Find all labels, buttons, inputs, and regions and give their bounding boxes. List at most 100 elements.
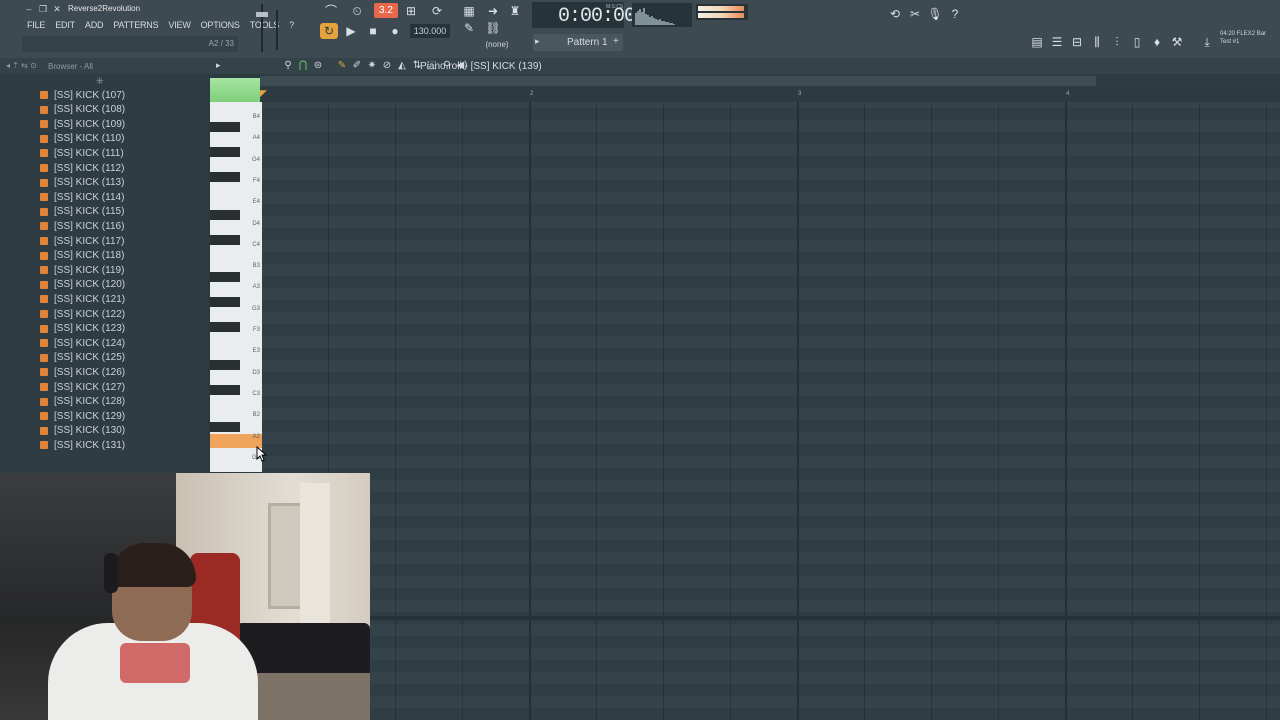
wait-for-input-icon[interactable]: ⏲ — [348, 3, 366, 19]
split-tool-icon[interactable]: ✷ — [366, 59, 378, 73]
black-key[interactable] — [210, 385, 240, 395]
browser-item[interactable]: [SS] KICK (127) — [40, 380, 125, 394]
timeline-ruler[interactable]: ◤ 2 3 4 — [260, 88, 1280, 103]
pencil-icon[interactable]: ✎ — [460, 20, 478, 36]
add-pattern-icon[interactable]: + — [613, 36, 619, 47]
song-pattern-toggle-icon[interactable]: ↻ — [320, 23, 338, 39]
mute-tool-icon[interactable]: ◭ — [396, 59, 408, 73]
magnet-icon[interactable]: ⚲ — [282, 59, 294, 73]
piano-keyboard[interactable]: B4 A4 G4 F4 E4 D4 C4 B3 A3 G3 F3 E3 D3 C3 B2 A2 G2 — [210, 102, 262, 472]
browser-item[interactable]: [SS] KICK (124) — [40, 336, 125, 350]
browser-item[interactable]: [SS] KICK (118) — [40, 249, 124, 263]
browser-item[interactable]: [SS] KICK (112) — [40, 161, 124, 175]
black-key[interactable] — [210, 422, 240, 432]
channel-rack-icon[interactable]: ☰ — [1048, 34, 1066, 50]
tools-icon[interactable]: ⚒ — [1168, 34, 1186, 50]
paint-tool-icon[interactable]: ✐ — [351, 59, 363, 73]
menu-help[interactable]: ? — [284, 18, 299, 32]
browser-item[interactable]: [SS] KICK (129) — [40, 409, 125, 423]
browser-item[interactable]: [SS] KICK (115) — [40, 205, 124, 219]
draw-tool-icon[interactable]: ✎ — [336, 59, 348, 73]
plugin-icon[interactable]: ♦ — [1148, 34, 1166, 50]
black-key[interactable] — [210, 172, 240, 182]
browser-item[interactable]: [SS] KICK (121) — [40, 292, 125, 306]
browser-item[interactable]: [SS] KICK (117) — [40, 234, 124, 248]
pattern-selector[interactable]: ▸ Pattern 1 + — [533, 34, 623, 51]
browser-item[interactable]: [SS] KICK (116) — [40, 219, 124, 233]
minimize-icon[interactable]: – — [24, 4, 34, 14]
time-display[interactable]: 0:00:00 M:S:CS — [532, 2, 636, 28]
browser-item[interactable]: [SS] KICK (113) — [40, 176, 124, 190]
playhead-marker-icon[interactable]: ◤ — [260, 88, 267, 99]
browser-item[interactable]: [SS] KICK (119) — [40, 263, 124, 277]
stop-icon[interactable]: ■ — [364, 23, 382, 39]
black-key[interactable] — [210, 147, 240, 157]
cut-icon[interactable]: ✂ — [906, 6, 924, 22]
browser-toggle-icon[interactable]: ▯ — [1128, 34, 1146, 50]
delete-tool-icon[interactable]: ⊘ — [381, 59, 393, 73]
browser-options-icon[interactable]: ◂ ⇡ ⇆ ⊙ — [6, 61, 37, 70]
browser-item[interactable]: [SS] KICK (128) — [40, 395, 125, 409]
pattern-position-marker[interactable] — [210, 78, 260, 102]
typing-keyboard-icon[interactable]: ▦ — [460, 3, 478, 19]
playlist-icon[interactable]: ▤ — [1028, 34, 1046, 50]
menu-edit[interactable]: EDIT — [50, 18, 80, 32]
browser-item[interactable]: [SS] KICK (130) — [40, 424, 125, 438]
browser-item[interactable]: [SS] KICK (111) — [40, 146, 124, 160]
browser-item[interactable]: [SS] KICK (120) — [40, 278, 125, 292]
channel-icon[interactable]: ⫶ — [1108, 34, 1126, 50]
horizontal-scrollbar[interactable] — [260, 74, 1280, 88]
menu-patterns[interactable]: PATTERNS — [108, 18, 163, 32]
browser-scroll-grip-icon[interactable]: ⁜ — [96, 76, 104, 87]
snap-icon[interactable]: ⋂ — [297, 59, 309, 73]
loop-record-icon[interactable]: ⟳ — [428, 3, 446, 19]
black-key[interactable] — [210, 122, 240, 132]
browser-item[interactable]: [SS] KICK (108) — [40, 103, 125, 117]
metronome-icon[interactable]: ⌒ — [322, 3, 340, 19]
audio-icon[interactable]: ♜ — [506, 3, 524, 19]
black-key[interactable] — [210, 322, 240, 332]
browser-item[interactable]: [SS] KICK (114) — [40, 190, 124, 204]
close-icon[interactable]: ✕ — [52, 4, 62, 14]
note-grid[interactable] — [262, 102, 1280, 720]
black-key[interactable] — [210, 235, 240, 245]
browser-item[interactable]: [SS] KICK (107) — [40, 88, 125, 102]
master-volume-slider[interactable] — [255, 4, 269, 52]
restore-icon[interactable]: ❐ — [38, 4, 48, 14]
snap-select[interactable]: (none) — [480, 39, 514, 51]
tempo-field[interactable]: 130.000 — [410, 24, 450, 38]
black-key[interactable] — [210, 360, 240, 370]
link-icon[interactable]: ⛓ — [484, 20, 502, 36]
options-icon[interactable]: ⊜ — [312, 59, 324, 73]
refresh-icon[interactable]: ⟲ — [886, 6, 904, 22]
piano-roll-icon[interactable]: ⊟ — [1068, 34, 1086, 50]
master-pitch-slider[interactable] — [272, 10, 282, 50]
event-editor-divider[interactable] — [262, 616, 1280, 620]
menu-options[interactable]: OPTIONS — [196, 18, 245, 32]
mixer-icon[interactable]: ⫼ — [1088, 34, 1106, 50]
blend-notes-icon[interactable]: ⊞ — [402, 3, 420, 19]
browser-item[interactable]: [SS] KICK (125) — [40, 351, 125, 365]
browser-item[interactable]: [SS] KICK (109) — [40, 117, 125, 131]
black-key[interactable] — [210, 297, 240, 307]
scrollbar-thumb[interactable] — [260, 76, 1096, 86]
news-panel[interactable]: 04:20 FLEX2 Bar Test #1 — [1220, 30, 1280, 52]
browser-item[interactable]: [SS] KICK (122) — [40, 307, 125, 321]
black-key[interactable] — [210, 272, 240, 282]
pattern-menu-icon[interactable]: ▸ — [535, 36, 540, 47]
browser-item[interactable]: [SS] KICK (123) — [40, 322, 125, 336]
browser-item[interactable]: [SS] KICK (126) — [40, 365, 125, 379]
menu-add[interactable]: ADD — [80, 18, 108, 32]
microphone-icon[interactable]: 🎙 — [926, 6, 944, 22]
browser-item[interactable]: [SS] KICK (110) — [40, 132, 124, 146]
piano-roll-menu-icon[interactable]: ▸ — [216, 60, 221, 71]
browser-item[interactable]: [SS] KICK (131) — [40, 438, 125, 452]
step-edit-icon[interactable]: ➜ — [484, 3, 502, 19]
menu-file[interactable]: FILE — [22, 18, 50, 32]
help-icon[interactable]: ? — [946, 6, 964, 22]
countdown-badge[interactable]: 3.2 — [374, 3, 398, 18]
download-icon[interactable]: ⤓ — [1198, 34, 1216, 50]
black-key[interactable] — [210, 210, 240, 220]
menu-view[interactable]: VIEW — [163, 18, 195, 32]
record-icon[interactable]: ● — [386, 23, 404, 39]
